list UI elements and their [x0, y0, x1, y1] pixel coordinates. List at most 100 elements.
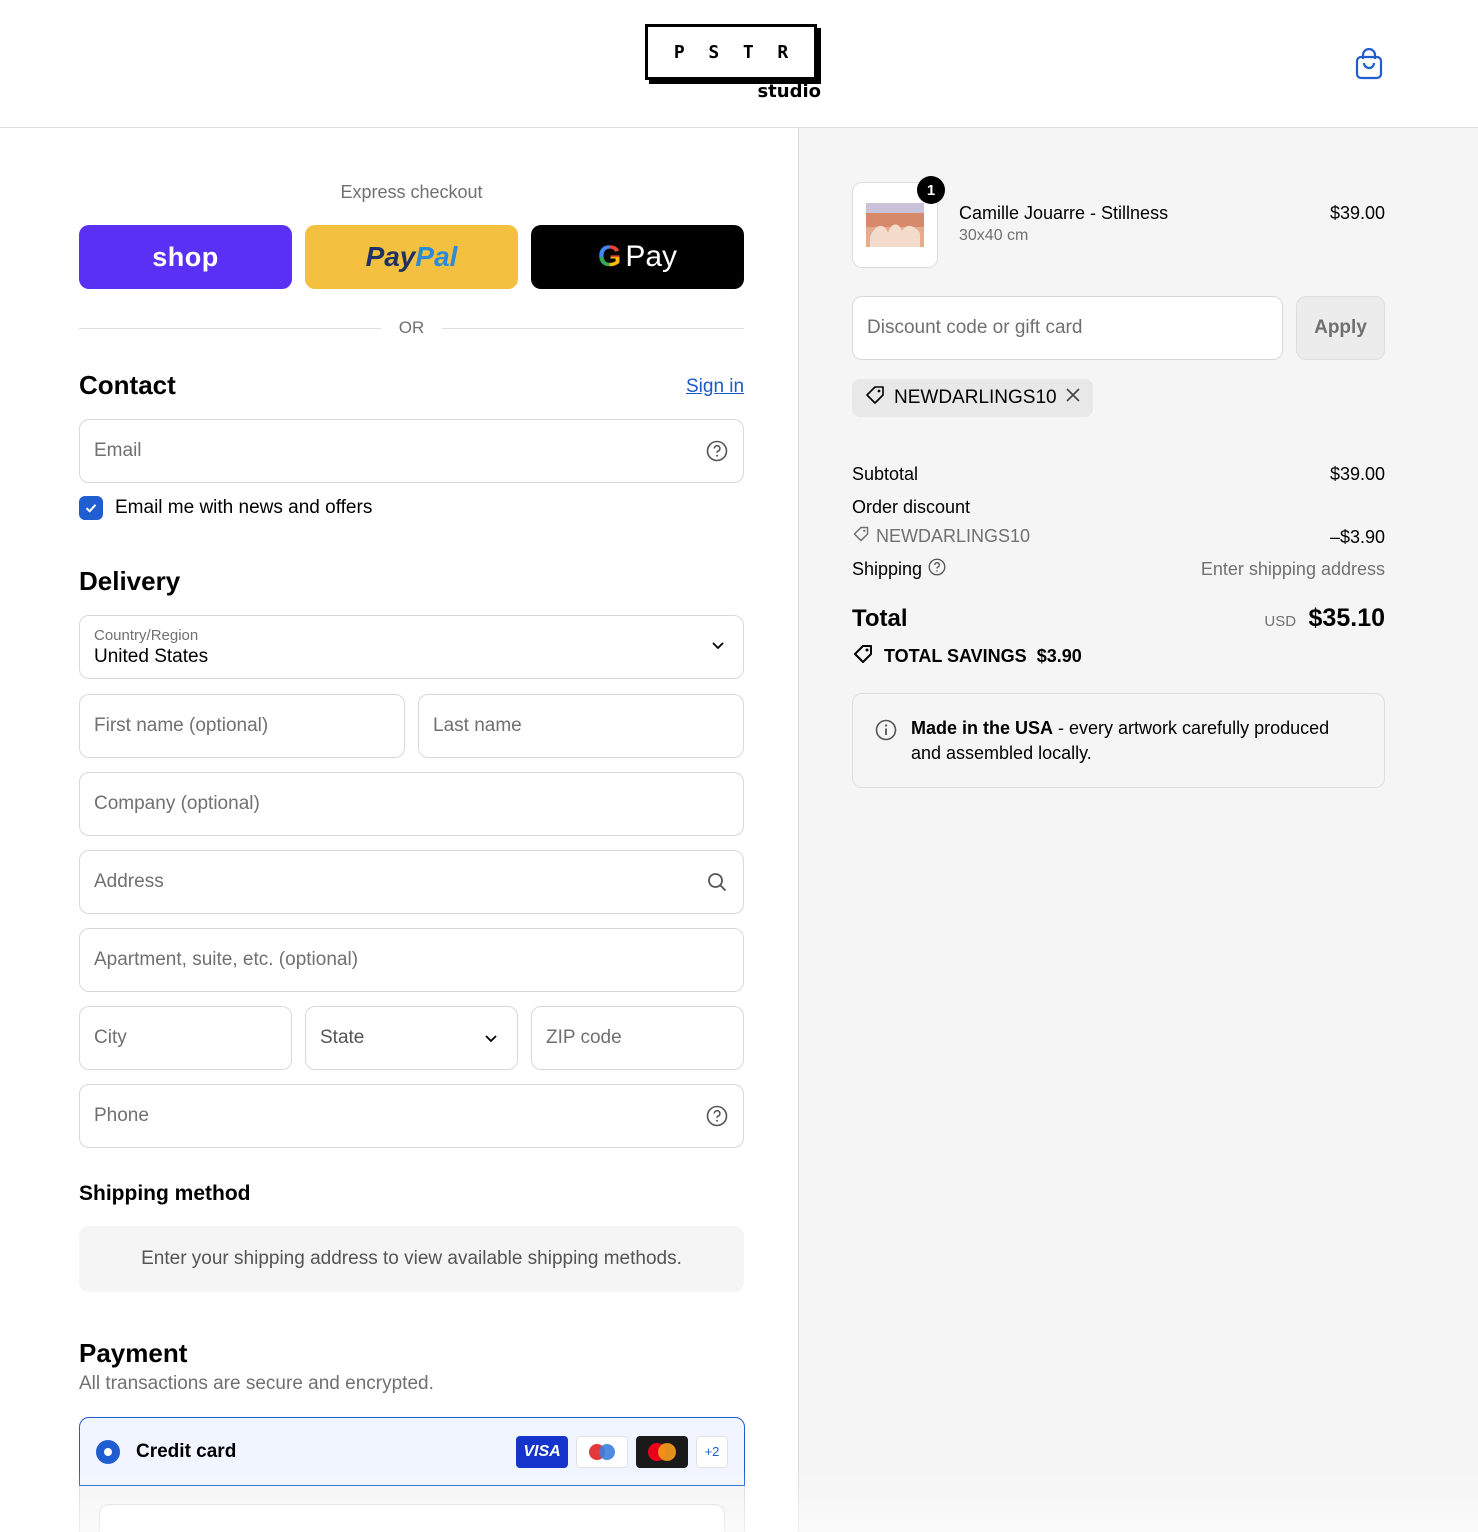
divider-line [442, 327, 744, 329]
tag-icon [864, 384, 886, 412]
last-name-placeholder: Last name [433, 715, 522, 736]
country-select[interactable]: Country/Region United States [79, 615, 744, 679]
divider-line [79, 327, 381, 329]
phone-placeholder: Phone [94, 1105, 149, 1126]
shipping-label-wrap: Shipping [852, 558, 946, 581]
order-discount-row: Order discount [852, 497, 1385, 518]
product-variant: 30x40 cm [959, 227, 1029, 244]
phone-field[interactable]: Phone [79, 1084, 744, 1148]
chevron-down-icon [711, 638, 725, 657]
header: P S T R studio [0, 0, 1478, 128]
credit-card-form [79, 1486, 745, 1532]
shipping-row: Shipping Enter shipping address [852, 558, 1385, 581]
product-price: $39.00 [1329, 203, 1385, 223]
shopping-bag-icon[interactable] [1354, 47, 1384, 80]
city-field[interactable]: City [79, 1006, 292, 1070]
applied-discount-chip: NEWDARLINGS10 [852, 379, 1093, 417]
zip-placeholder: ZIP code [546, 1027, 622, 1048]
help-icon[interactable] [705, 439, 729, 463]
visa-logo: VISA [516, 1435, 568, 1468]
card-number-field[interactable] [99, 1504, 725, 1532]
shop-pay-label: shop [152, 241, 219, 272]
discount-value: –$3.90 [1329, 527, 1385, 547]
discount-code-row: NEWDARLINGS10 –$3.90 [852, 525, 1385, 548]
logo-letter: S [708, 41, 720, 63]
discount-code-wrap: NEWDARLINGS10 [852, 525, 1030, 548]
email-placeholder: Email [94, 440, 142, 461]
maestro-logo-icon [576, 1435, 628, 1468]
paypal-button[interactable]: Pay Pal [305, 225, 518, 289]
address-field[interactable]: Address [79, 850, 744, 914]
discount-code-input[interactable]: Discount code or gift card [852, 296, 1283, 360]
total-row: Total USD $35.10 [852, 604, 1385, 633]
logo-subtitle: studio [757, 81, 821, 102]
more-cards-badge: +2 [696, 1435, 728, 1468]
shipping-method-heading: Shipping method [79, 1182, 251, 1205]
subtotal-row: Subtotal $39.00 [852, 464, 1385, 485]
logo-letter: P [673, 41, 685, 63]
search-icon [705, 870, 729, 894]
help-icon[interactable] [928, 558, 946, 581]
newsletter-checkbox-row[interactable]: Email me with news and offers [79, 496, 372, 520]
checkbox-checked-icon[interactable] [79, 496, 103, 520]
product-name: Camille Jouarre - Stillness [959, 203, 1169, 223]
delivery-heading: Delivery [79, 566, 181, 596]
apartment-field[interactable]: Apartment, suite, etc. (optional) [79, 928, 744, 992]
google-pay-label: Pay [625, 240, 678, 273]
order-discount-label: Order discount [852, 497, 971, 517]
mastercard-logo-icon [636, 1435, 688, 1468]
discount-code-label: NEWDARLINGS10 [876, 526, 1031, 546]
newsletter-label: Email me with news and offers [115, 497, 373, 518]
total-value: $35.10 [1308, 604, 1385, 632]
first-name-placeholder: First name (optional) [94, 715, 269, 736]
currency-code: USD [1264, 613, 1297, 630]
savings-value: $3.90 [1036, 646, 1082, 666]
city-placeholder: City [94, 1027, 127, 1048]
discount-placeholder: Discount code or gift card [867, 317, 1083, 338]
email-field[interactable]: Email [79, 419, 744, 483]
or-divider: OR [79, 316, 744, 340]
applied-code: NEWDARLINGS10 [894, 387, 1057, 408]
shipping-label: Shipping [852, 559, 923, 579]
shipping-value: Enter shipping address [1200, 559, 1385, 579]
shop-pay-button[interactable]: shop [79, 225, 292, 289]
apply-button[interactable]: Apply [1296, 296, 1385, 360]
contact-heading: Contact [79, 370, 176, 400]
address-placeholder: Address [94, 871, 164, 892]
country-label: Country/Region [94, 626, 199, 644]
store-logo[interactable]: P S T R studio [645, 24, 821, 104]
payment-subtitle: All transactions are secure and encrypte… [79, 1373, 434, 1394]
info-icon [875, 719, 897, 748]
zip-field[interactable]: ZIP code [531, 1006, 744, 1070]
subtotal-label: Subtotal [852, 464, 919, 484]
quantity-badge: 1 [917, 176, 945, 204]
made-in-usa-notice: Made in the USA - every artwork carefull… [852, 693, 1385, 788]
paypal-label-2: Pal [415, 241, 458, 272]
company-field[interactable]: Company (optional) [79, 772, 744, 836]
tag-icon [852, 525, 870, 548]
express-checkout-label: Express checkout [340, 182, 483, 202]
help-icon[interactable] [705, 1104, 729, 1128]
google-g-icon: G [597, 240, 622, 273]
state-select[interactable]: State [305, 1006, 518, 1070]
savings-label: TOTAL SAVINGS [884, 646, 1027, 666]
total-savings: TOTAL SAVINGS $3.90 [852, 643, 1082, 670]
artwork-image-icon [866, 203, 924, 247]
paypal-label-1: Pay [365, 241, 416, 272]
or-label: OR [398, 318, 425, 337]
shipping-method-notice: Enter your shipping address to view avai… [79, 1226, 744, 1292]
total-amount-wrap: USD $35.10 [1264, 604, 1385, 633]
total-label: Total [852, 605, 908, 632]
first-name-field[interactable]: First name (optional) [79, 694, 405, 758]
savings-tag-icon [852, 643, 874, 670]
subtotal-value: $39.00 [1329, 464, 1385, 484]
remove-code-close-icon[interactable] [1065, 387, 1081, 409]
last-name-field[interactable]: Last name [418, 694, 744, 758]
sign-in-link[interactable]: Sign in [686, 376, 744, 398]
payment-heading: Payment [79, 1338, 188, 1368]
credit-card-option[interactable]: Credit card VISA +2 [79, 1417, 745, 1486]
state-placeholder: State [320, 1027, 365, 1048]
apartment-placeholder: Apartment, suite, etc. (optional) [94, 949, 359, 970]
google-pay-button[interactable]: G Pay [531, 225, 744, 289]
radio-selected-icon[interactable] [96, 1439, 120, 1464]
